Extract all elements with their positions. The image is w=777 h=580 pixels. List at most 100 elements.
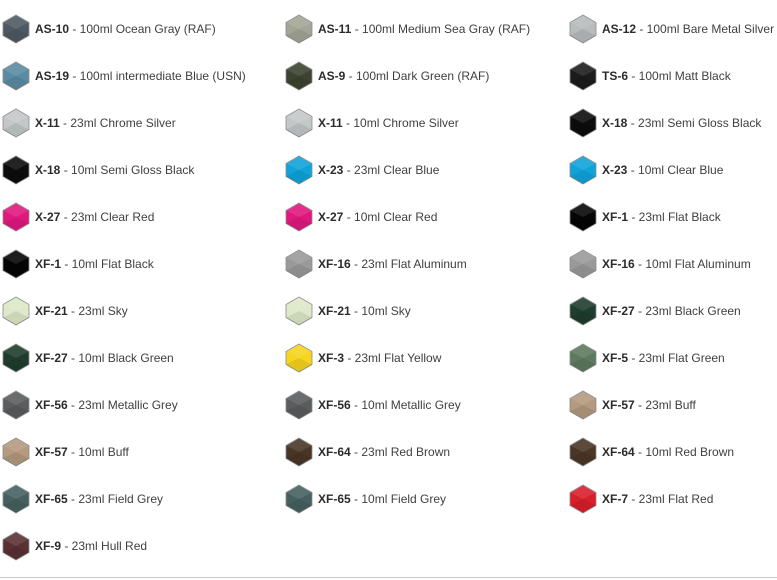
- paint-item[interactable]: TS-6 - 100ml Matt Black: [567, 52, 777, 99]
- paint-label[interactable]: XF-64 - 23ml Red Brown: [318, 445, 450, 459]
- paint-description: - 23ml Flat Green: [628, 350, 725, 365]
- paint-description: - 23ml Flat Aluminum: [350, 256, 467, 271]
- paint-item[interactable]: XF-64 - 10ml Red Brown: [567, 428, 777, 475]
- paint-item[interactable]: XF-65 - 23ml Field Grey: [0, 475, 283, 522]
- paint-swatch-icon: [285, 437, 313, 466]
- paint-item[interactable]: XF-5 - 23ml Flat Green: [567, 334, 777, 381]
- paint-label[interactable]: XF-16 - 10ml Flat Aluminum: [602, 257, 751, 271]
- paint-item[interactable]: X-23 - 10ml Clear Blue: [567, 146, 777, 193]
- paint-description: - 23ml Buff: [634, 397, 696, 412]
- paint-item[interactable]: XF-27 - 23ml Black Green: [567, 287, 777, 334]
- paint-item[interactable]: XF-21 - 23ml Sky: [0, 287, 283, 334]
- paint-swatch-icon: [285, 14, 313, 43]
- paint-swatch-icon: [285, 249, 313, 278]
- paint-label[interactable]: AS-9 - 100ml Dark Green (RAF): [318, 69, 489, 83]
- paint-item[interactable]: XF-9 - 23ml Hull Red: [0, 522, 283, 569]
- paint-label[interactable]: XF-7 - 23ml Flat Red: [602, 492, 713, 506]
- paint-label[interactable]: XF-27 - 10ml Black Green: [35, 351, 174, 365]
- paint-swatch-icon: [569, 343, 597, 372]
- paint-swatch-icon: [285, 296, 313, 325]
- paint-label[interactable]: AS-12 - 100ml Bare Metal Silver: [602, 22, 774, 36]
- paint-item[interactable]: XF-65 - 10ml Field Grey: [283, 475, 567, 522]
- paint-label[interactable]: XF-65 - 23ml Field Grey: [35, 492, 163, 506]
- paint-swatch-icon: [285, 484, 313, 513]
- paint-label[interactable]: XF-56 - 10ml Metallic Grey: [318, 398, 461, 412]
- paint-label[interactable]: XF-65 - 10ml Field Grey: [318, 492, 446, 506]
- paint-label[interactable]: X-27 - 23ml Clear Red: [35, 210, 154, 224]
- paint-description: - 10ml Chrome Silver: [342, 115, 459, 130]
- paint-swatch-icon: [569, 484, 597, 513]
- paint-item[interactable]: XF-1 - 23ml Flat Black: [567, 193, 777, 240]
- paint-description: - 10ml Sky: [350, 303, 411, 318]
- paint-label[interactable]: XF-57 - 10ml Buff: [35, 445, 129, 459]
- paint-item[interactable]: XF-1 - 10ml Flat Black: [0, 240, 283, 287]
- paint-label[interactable]: XF-5 - 23ml Flat Green: [602, 351, 725, 365]
- paint-label[interactable]: XF-1 - 23ml Flat Black: [602, 210, 721, 224]
- paint-item[interactable]: XF-16 - 10ml Flat Aluminum: [567, 240, 777, 287]
- paint-swatch-icon: [285, 155, 313, 184]
- paint-code: AS-12: [602, 21, 637, 36]
- paint-description: - 10ml Clear Blue: [627, 162, 724, 177]
- paint-label[interactable]: XF-16 - 23ml Flat Aluminum: [318, 257, 467, 271]
- paint-code: XF-5: [602, 350, 629, 365]
- paint-item[interactable]: XF-16 - 23ml Flat Aluminum: [283, 240, 567, 287]
- paint-label[interactable]: XF-3 - 23ml Flat Yellow: [318, 351, 441, 365]
- paint-item[interactable]: XF-3 - 23ml Flat Yellow: [283, 334, 567, 381]
- paint-swatch-icon: [2, 61, 30, 90]
- paint-label[interactable]: XF-56 - 23ml Metallic Grey: [35, 398, 178, 412]
- paint-item[interactable]: XF-57 - 10ml Buff: [0, 428, 283, 475]
- paint-item[interactable]: XF-57 - 23ml Buff: [567, 381, 777, 428]
- paint-item[interactable]: XF-64 - 23ml Red Brown: [283, 428, 567, 475]
- paint-label[interactable]: AS-19 - 100ml intermediate Blue (USN): [35, 69, 246, 83]
- paint-code: XF-16: [602, 256, 635, 271]
- paint-swatch-icon: [2, 202, 30, 231]
- paint-item[interactable]: AS-19 - 100ml intermediate Blue (USN): [0, 52, 283, 99]
- paint-item[interactable]: AS-11 - 100ml Medium Sea Gray (RAF): [283, 5, 567, 52]
- paint-description: - 100ml intermediate Blue (USN): [69, 68, 246, 83]
- paint-item[interactable]: X-11 - 23ml Chrome Silver: [0, 99, 283, 146]
- paint-label[interactable]: XF-21 - 23ml Sky: [35, 304, 128, 318]
- paint-item[interactable]: XF-56 - 10ml Metallic Grey: [283, 381, 567, 428]
- paint-item[interactable]: XF-56 - 23ml Metallic Grey: [0, 381, 283, 428]
- paint-description: - 23ml Flat Yellow: [344, 350, 442, 365]
- paint-item[interactable]: X-23 - 23ml Clear Blue: [283, 146, 567, 193]
- paint-item[interactable]: XF-7 - 23ml Flat Red: [567, 475, 777, 522]
- paint-label[interactable]: XF-1 - 10ml Flat Black: [35, 257, 154, 271]
- paint-item[interactable]: X-27 - 23ml Clear Red: [0, 193, 283, 240]
- paint-label[interactable]: X-23 - 10ml Clear Blue: [602, 163, 723, 177]
- paint-code: XF-27: [602, 303, 635, 318]
- paint-item[interactable]: AS-9 - 100ml Dark Green (RAF): [283, 52, 567, 99]
- paint-label[interactable]: X-18 - 10ml Semi Gloss Black: [35, 163, 194, 177]
- paint-label[interactable]: XF-57 - 23ml Buff: [602, 398, 696, 412]
- paint-item[interactable]: XF-27 - 10ml Black Green: [0, 334, 283, 381]
- paint-code: XF-1: [602, 209, 629, 224]
- paint-item[interactable]: AS-12 - 100ml Bare Metal Silver: [567, 5, 777, 52]
- paint-label[interactable]: X-11 - 10ml Chrome Silver: [318, 116, 459, 130]
- paint-label[interactable]: AS-10 - 100ml Ocean Gray (RAF): [35, 22, 216, 36]
- paint-item[interactable]: X-18 - 23ml Semi Gloss Black: [567, 99, 777, 146]
- paint-label[interactable]: X-18 - 23ml Semi Gloss Black: [602, 116, 761, 130]
- paint-label[interactable]: XF-21 - 10ml Sky: [318, 304, 411, 318]
- paint-item[interactable]: X-11 - 10ml Chrome Silver: [283, 99, 567, 146]
- paint-item[interactable]: XF-21 - 10ml Sky: [283, 287, 567, 334]
- paint-item[interactable]: X-27 - 10ml Clear Red: [283, 193, 567, 240]
- paint-code: XF-27: [35, 350, 68, 365]
- paint-code: XF-1: [35, 256, 62, 271]
- paint-description: - 100ml Bare Metal Silver: [636, 21, 775, 36]
- paint-label[interactable]: TS-6 - 100ml Matt Black: [602, 69, 731, 83]
- paint-label[interactable]: X-11 - 23ml Chrome Silver: [35, 116, 176, 130]
- paint-code: X-27: [35, 209, 61, 224]
- paint-label[interactable]: XF-9 - 23ml Hull Red: [35, 539, 147, 553]
- paint-label[interactable]: X-27 - 10ml Clear Red: [318, 210, 437, 224]
- paint-description: - 10ml Semi Gloss Black: [60, 162, 195, 177]
- paint-label[interactable]: XF-64 - 10ml Red Brown: [602, 445, 734, 459]
- paint-label[interactable]: AS-11 - 100ml Medium Sea Gray (RAF): [318, 22, 530, 36]
- paint-item[interactable]: AS-10 - 100ml Ocean Gray (RAF): [0, 5, 283, 52]
- paint-code: XF-56: [35, 397, 68, 412]
- paint-code: XF-65: [35, 491, 68, 506]
- paint-item[interactable]: X-18 - 10ml Semi Gloss Black: [0, 146, 283, 193]
- paint-label[interactable]: X-23 - 23ml Clear Blue: [318, 163, 439, 177]
- paint-code: XF-56: [318, 397, 351, 412]
- paint-label[interactable]: XF-27 - 23ml Black Green: [602, 304, 741, 318]
- paint-code: AS-9: [318, 68, 346, 83]
